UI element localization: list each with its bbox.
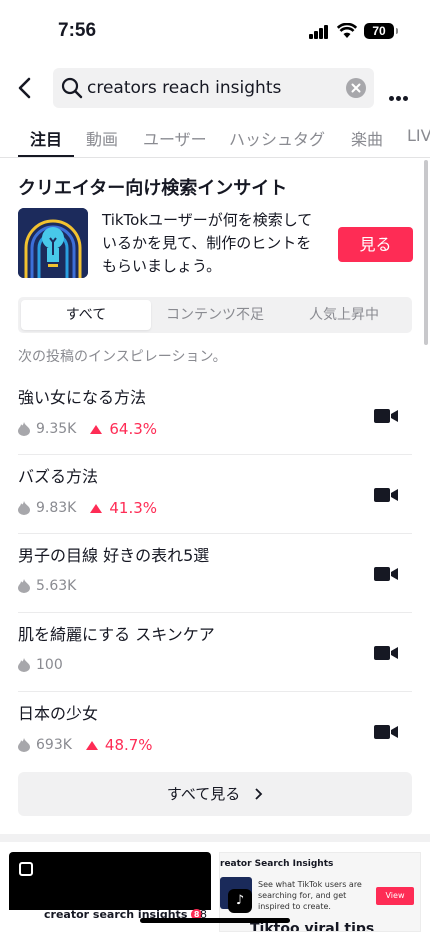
- search-icon: [61, 77, 83, 99]
- topic-title: 日本の少女: [18, 704, 99, 723]
- tab-live[interactable]: LIVE: [407, 126, 430, 145]
- topic-title: 強い女になる方法: [18, 388, 147, 407]
- home-indicator[interactable]: [140, 918, 290, 923]
- filter-all[interactable]: すべて: [21, 300, 151, 330]
- filter-content-gap[interactable]: コンテンツ不足: [150, 300, 280, 330]
- search-tabs: 注目 動画 ユーザー ハッシュタグ 楽曲 LIVE: [0, 118, 430, 158]
- search-input[interactable]: creators reach insights: [53, 68, 374, 108]
- search-volume: 693K: [36, 737, 72, 753]
- video-camera-icon[interactable]: [374, 408, 398, 424]
- search-volume: 100: [36, 657, 63, 673]
- trend-up-icon: [90, 503, 103, 513]
- video-camera-icon[interactable]: [374, 724, 398, 740]
- search-volume: 5.63K: [36, 578, 77, 594]
- trend-up-icon: [85, 740, 98, 750]
- flame-icon: [18, 422, 30, 436]
- battery-indicator: 70: [364, 23, 398, 39]
- growth-indicator: 41.3%: [90, 499, 157, 517]
- thumb-view-button: View: [376, 887, 414, 905]
- insight-title: クリエイター向け検索インサイト: [18, 178, 288, 199]
- video-camera-icon[interactable]: [374, 566, 398, 582]
- flame-icon: [18, 501, 30, 515]
- see-all-button[interactable]: すべて見る: [18, 772, 412, 816]
- tab-top[interactable]: 注目: [30, 126, 62, 150]
- see-all-label: すべて見る: [166, 785, 241, 803]
- tab-hashtags[interactable]: ハッシュタグ: [229, 126, 325, 150]
- video-thumbnail[interactable]: [9, 852, 211, 910]
- section-divider: [0, 834, 430, 842]
- insight-description: TikTokユーザーが何を検索しているかを見て、制作のヒントをもらいましょう。: [102, 211, 313, 275]
- list-item[interactable]: 肌を綺麗にする スキンケア 100: [18, 613, 412, 692]
- search-query: creators reach insights: [87, 78, 282, 98]
- lightbulb-logo-icon: [18, 208, 88, 278]
- tiktok-logo-icon: ♪: [228, 889, 252, 913]
- video-camera-icon[interactable]: [374, 645, 398, 661]
- tab-sounds[interactable]: 楽曲: [351, 126, 383, 150]
- view-insights-button[interactable]: 見る: [338, 227, 413, 262]
- more-options-icon[interactable]: [389, 86, 410, 105]
- inspiration-caption: 次の投稿のインスピレーション。: [18, 349, 227, 365]
- thumb-description: See what TikTok users are searching for,…: [258, 880, 362, 911]
- scrollbar[interactable]: [424, 160, 428, 345]
- filter-segmented-control: すべて コンテンツ不足 人気上昇中: [18, 297, 412, 333]
- list-item[interactable]: 強い女になる方法 9.35K 64.3%: [18, 376, 412, 455]
- topic-title: 男子の目線 好きの表れ5選: [18, 546, 210, 565]
- wifi-icon: [337, 23, 357, 38]
- tab-videos[interactable]: 動画: [86, 126, 118, 150]
- filter-trending[interactable]: 人気上昇中: [279, 300, 409, 330]
- list-item[interactable]: 男子の目線 好きの表れ5選 5.63K: [18, 534, 412, 613]
- search-volume: 9.35K: [36, 421, 77, 437]
- tab-users[interactable]: ユーザー: [143, 126, 207, 150]
- signal-icon: [309, 25, 329, 39]
- thumb-title: reator Search Insights: [220, 859, 334, 869]
- multi-photo-icon: [19, 862, 33, 876]
- active-tab-indicator: [18, 155, 74, 157]
- flame-icon: [18, 738, 30, 752]
- status-bar: 7:56 70: [0, 0, 430, 62]
- growth-indicator: 48.7%: [85, 736, 153, 754]
- growth-indicator: 64.3%: [90, 420, 157, 438]
- clear-icon[interactable]: [346, 78, 366, 98]
- video-camera-icon[interactable]: [374, 487, 398, 503]
- flame-icon: [18, 579, 30, 593]
- back-arrow-icon[interactable]: [14, 76, 38, 100]
- list-item[interactable]: バズる方法 9.83K 41.3%: [18, 455, 412, 534]
- topic-title: 肌を綺麗にする スキンケア: [18, 625, 215, 644]
- search-volume: 9.83K: [36, 500, 77, 516]
- flame-icon: [18, 658, 30, 672]
- trend-up-icon: [90, 424, 103, 434]
- topic-title: バズる方法: [18, 467, 99, 486]
- chevron-right-icon: [255, 788, 263, 800]
- status-time: 7:56: [58, 20, 97, 41]
- list-item[interactable]: 日本の少女 693K 48.7%: [18, 692, 412, 771]
